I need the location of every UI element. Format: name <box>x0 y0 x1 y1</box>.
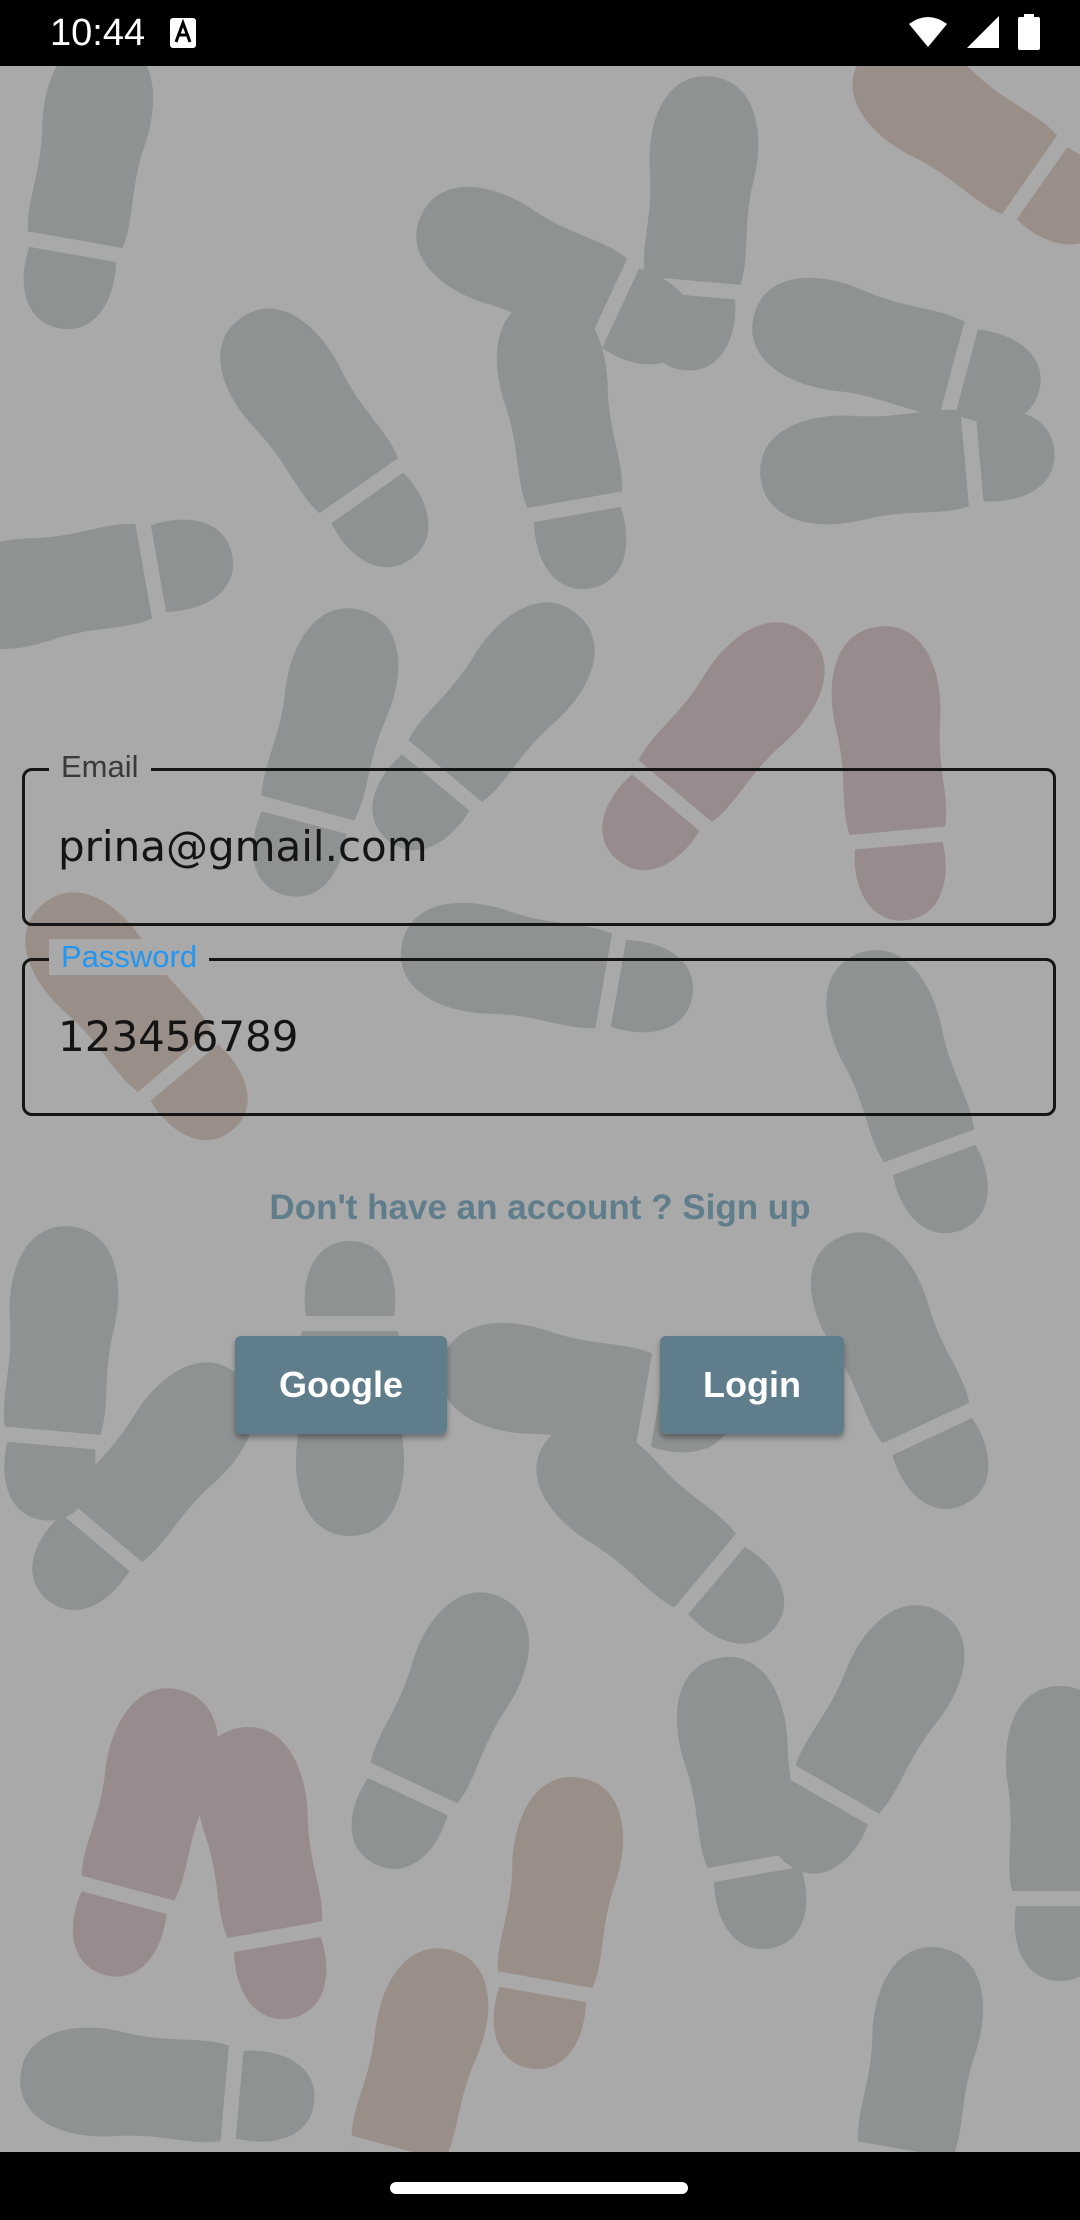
signup-link[interactable]: Don't have an account ? Sign up <box>0 1186 1080 1230</box>
status-icons <box>908 14 1040 50</box>
keyboard-notification-icon <box>170 18 196 48</box>
email-label: Email <box>49 749 151 785</box>
password-input[interactable] <box>58 1011 1008 1063</box>
email-field[interactable]: Email <box>22 749 1056 926</box>
login-screen: 10:44 Email prina@gmail.com Password 123… <box>0 0 1080 2220</box>
login-button[interactable]: Login <box>660 1336 844 1434</box>
app-content: Email Password Don't have an account ? S… <box>0 66 1080 2152</box>
battery-icon <box>1018 14 1040 50</box>
home-indicator[interactable] <box>390 2182 688 2194</box>
password-label: Password <box>49 939 210 975</box>
password-field[interactable]: Password <box>22 939 1056 1116</box>
navigation-bar <box>0 2152 1080 2220</box>
status-time: 10:44 <box>50 12 146 54</box>
google-button[interactable]: Google <box>235 1336 447 1434</box>
email-input[interactable] <box>58 821 1008 873</box>
wifi-icon <box>909 17 947 47</box>
cellular-signal-icon <box>967 16 999 48</box>
status-bar: 10:44 <box>0 0 1080 66</box>
